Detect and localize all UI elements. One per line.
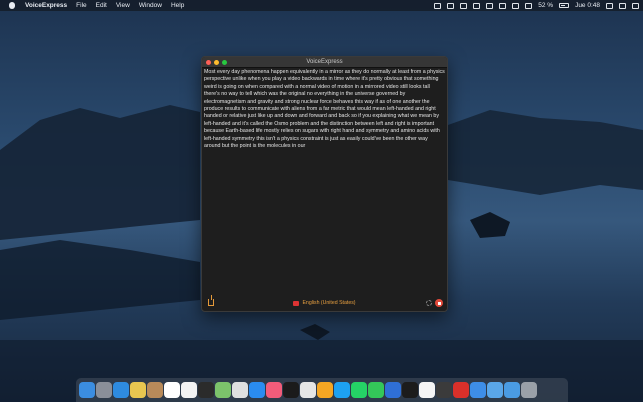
contacts-icon[interactable]: [147, 382, 163, 398]
menu-edit[interactable]: Edit: [96, 2, 107, 9]
chrome-icon[interactable]: [300, 382, 316, 398]
menu-view[interactable]: View: [116, 2, 130, 9]
finder-icon[interactable]: [79, 382, 95, 398]
apple-icon[interactable]: [9, 2, 15, 9]
music-icon[interactable]: [266, 382, 282, 398]
twitter-icon[interactable]: [334, 382, 350, 398]
app-store-icon[interactable]: [249, 382, 265, 398]
battery-percent[interactable]: 52 %: [538, 2, 553, 9]
flag-icon: [293, 300, 300, 306]
stop-recording-button[interactable]: [435, 299, 443, 307]
safari-icon[interactable]: [113, 382, 129, 398]
bell-icon[interactable]: [434, 2, 442, 9]
airplay-icon[interactable]: [473, 2, 481, 9]
downloads-icon[interactable]: [504, 382, 520, 398]
whatsapp-icon[interactable]: [351, 382, 367, 398]
calendar-icon[interactable]: [164, 382, 180, 398]
dock: [76, 378, 568, 402]
window-titlebar[interactable]: VoiceExpress: [202, 57, 447, 68]
clock[interactable]: Jue 0:48: [575, 2, 600, 9]
menu-bar: VoiceExpress File Edit View Window Help …: [0, 0, 643, 11]
menu-window[interactable]: Window: [139, 2, 162, 9]
terminal-icon[interactable]: [402, 382, 418, 398]
battery-icon[interactable]: [559, 3, 570, 8]
language-label: English (United States): [302, 300, 356, 306]
language-selector[interactable]: English (United States): [202, 300, 447, 306]
search-icon[interactable]: [606, 2, 613, 9]
home-icon[interactable]: [317, 382, 333, 398]
voiceexpress-window: VoiceExpress Most every day phenomena ha…: [201, 56, 448, 312]
transcript-text[interactable]: Most every day phenomena happen equivale…: [204, 69, 445, 150]
menu-help[interactable]: Help: [171, 2, 184, 9]
tv-icon[interactable]: [283, 382, 299, 398]
stocks-icon[interactable]: [198, 382, 214, 398]
trash-icon[interactable]: [521, 382, 537, 398]
menu-file[interactable]: File: [76, 2, 86, 9]
notes-icon[interactable]: [130, 382, 146, 398]
time-machine-icon[interactable]: [486, 2, 494, 9]
activity-spinner-icon: [426, 299, 432, 306]
maps-icon[interactable]: [215, 382, 231, 398]
window-bottom-bar: English (United States): [202, 295, 447, 311]
menu-app-name[interactable]: VoiceExpress: [25, 2, 67, 9]
screen-icon[interactable]: [460, 2, 468, 9]
launchpad-icon[interactable]: [96, 382, 112, 398]
keynote-icon[interactable]: [470, 382, 486, 398]
window-title: VoiceExpress: [306, 58, 343, 65]
photos-icon[interactable]: [232, 382, 248, 398]
reminders-icon[interactable]: [181, 382, 197, 398]
voiceexpress-icon[interactable]: [436, 382, 452, 398]
folder-icon[interactable]: [487, 382, 503, 398]
siri-icon[interactable]: [619, 2, 626, 9]
find-my-icon[interactable]: [368, 382, 384, 398]
control-center-icon[interactable]: [632, 2, 639, 9]
wifi-icon[interactable]: [525, 2, 533, 9]
bolt-icon[interactable]: [447, 2, 455, 9]
volume-icon[interactable]: [499, 2, 507, 9]
status-area: 52 % Jue 0:48: [434, 0, 639, 11]
warning-icon[interactable]: [453, 382, 469, 398]
xcode-icon[interactable]: [385, 382, 401, 398]
textedit-icon[interactable]: [419, 382, 435, 398]
bluetooth-icon[interactable]: [512, 2, 520, 9]
